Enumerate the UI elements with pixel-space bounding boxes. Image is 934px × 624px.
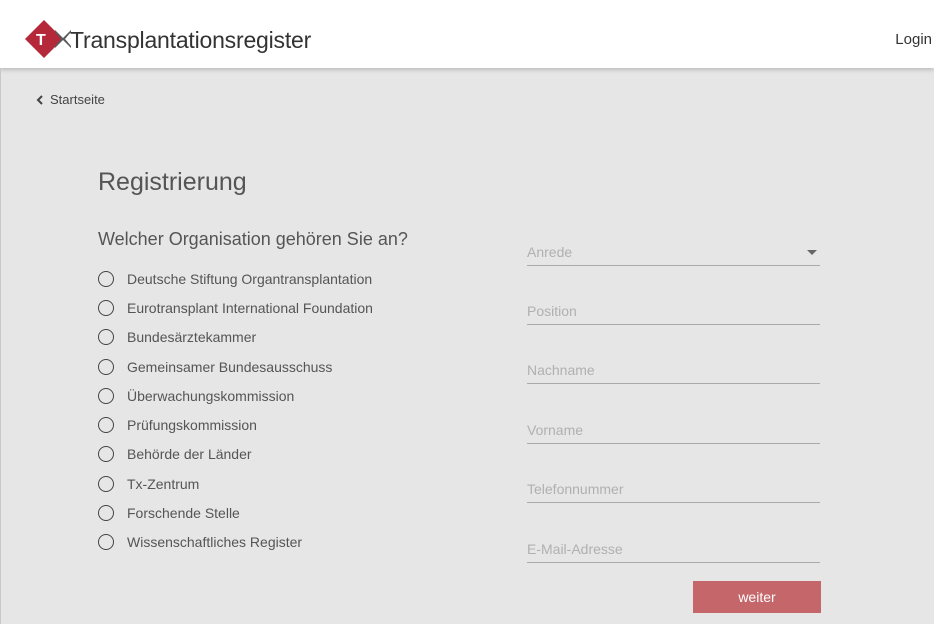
svg-text:T: T (36, 32, 46, 49)
telefonnummer-field[interactable] (527, 478, 820, 500)
telefonnummer-field-wrapper (527, 478, 820, 503)
radio-option-label: Prüfungskommission (127, 417, 257, 434)
radio-button[interactable] (98, 387, 114, 404)
radio-option-g-ba[interactable]: Gemeinsamer Bundesausschuss (98, 352, 373, 381)
radio-option-label: Überwachungskommission (127, 387, 295, 404)
chevron-left-icon (36, 94, 43, 105)
radio-button[interactable] (98, 534, 114, 551)
radio-option-behoerde-der-laender[interactable]: Behörde der Länder (98, 440, 373, 469)
email-field[interactable] (527, 538, 820, 560)
radio-option-label: Wissenschaftliches Register (127, 534, 303, 551)
nachname-field-wrapper (527, 359, 820, 384)
radio-option-eurotransplant[interactable]: Eurotransplant International Foundation (98, 293, 373, 322)
radio-option-label: Tx-Zentrum (127, 475, 200, 492)
page-edge-divider (0, 68, 1, 624)
radio-option-label: Behörde der Länder (127, 446, 252, 463)
anrede-select[interactable]: Anrede (527, 241, 820, 266)
radio-option-label: Gemeinsamer Bundesausschuss (127, 358, 333, 375)
radio-option-bundesaerztekammer[interactable]: Bundesärztekammer (98, 323, 373, 352)
radio-button[interactable] (98, 475, 114, 492)
radio-option-dso[interactable]: Deutsche Stiftung Organtransplantation (98, 264, 373, 293)
radio-button[interactable] (98, 505, 114, 522)
radio-option-label: Forschende Stelle (127, 505, 240, 522)
radio-option-label: Eurotransplant International Foundation (127, 299, 373, 316)
weiter-button[interactable]: weiter (693, 581, 821, 613)
radio-option-pruefungskommission[interactable]: Prüfungskommission (98, 410, 373, 439)
organization-radio-group: Deutsche Stiftung Organtransplantation E… (98, 264, 373, 557)
radio-option-tx-zentrum[interactable]: Tx-Zentrum (98, 469, 373, 498)
vorname-field-wrapper (527, 419, 820, 444)
radio-button[interactable] (98, 358, 114, 375)
dropdown-arrow-icon[interactable] (807, 250, 817, 255)
vorname-field[interactable] (527, 419, 820, 441)
radio-button[interactable] (98, 446, 114, 463)
radio-option-label: Bundesärztekammer (127, 329, 257, 346)
organization-question: Welcher Organisation gehören Sie an? (98, 229, 408, 249)
email-field-wrapper (527, 538, 820, 563)
radio-option-forschende-stelle[interactable]: Forschende Stelle (98, 498, 373, 527)
radio-option-ueberwachungskommission[interactable]: Überwachungskommission (98, 381, 373, 410)
app-title[interactable]: Transplantationsregister (70, 27, 311, 54)
radio-button[interactable] (98, 270, 114, 287)
position-field[interactable] (527, 300, 820, 322)
radio-option-wissenschaftliches-register[interactable]: Wissenschaftliches Register (98, 528, 373, 557)
radio-option-label: Deutsche Stiftung Organtransplantation (127, 270, 373, 287)
top-navbar: T Transplantationsregister Login (0, 0, 934, 68)
back-link-label: Startseite (50, 92, 105, 107)
anrede-select-label: Anrede (527, 244, 573, 260)
page-title: Registrierung (98, 168, 247, 196)
position-field-wrapper (527, 300, 820, 325)
login-link[interactable]: Login (895, 31, 932, 48)
tx-register-logo-icon[interactable]: T (24, 19, 72, 59)
back-link[interactable]: Startseite (36, 92, 105, 107)
radio-button[interactable] (98, 329, 114, 346)
radio-button[interactable] (98, 417, 114, 434)
radio-button[interactable] (98, 299, 114, 316)
nachname-field[interactable] (527, 359, 820, 381)
